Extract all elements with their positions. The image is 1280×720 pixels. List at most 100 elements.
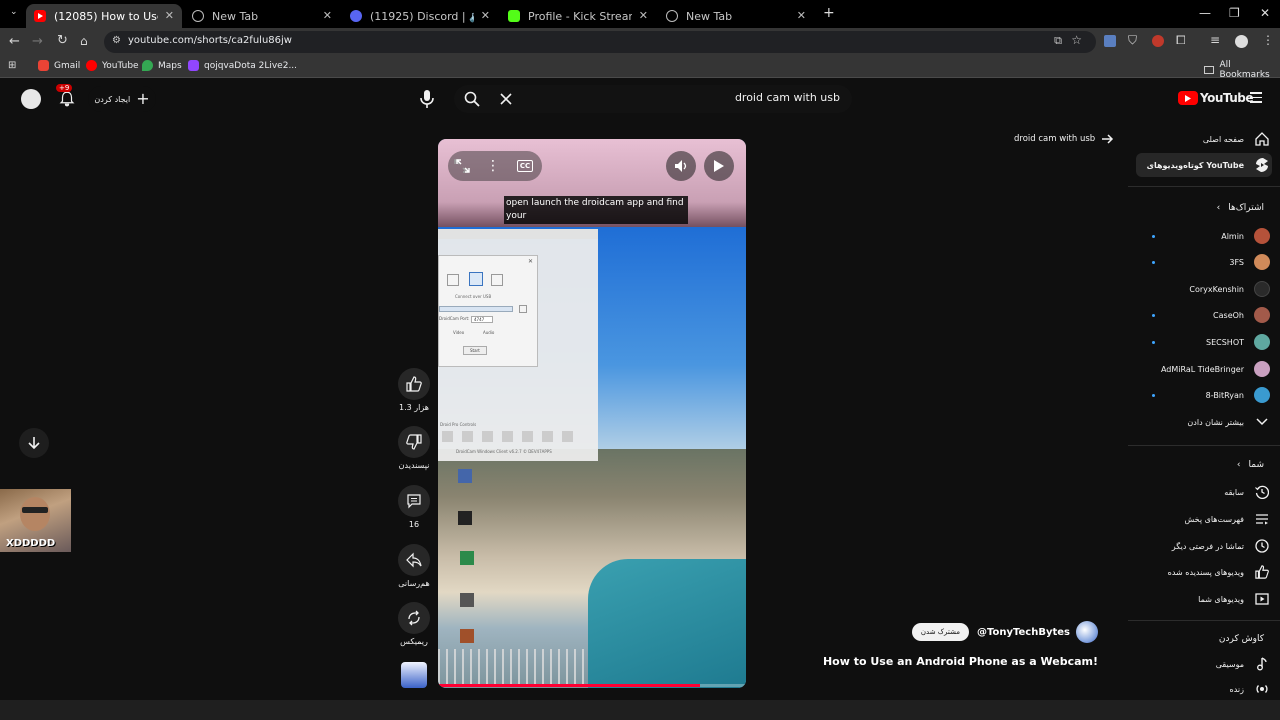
- subscriptions-header[interactable]: ‹ اشتراک‌ها: [1217, 203, 1264, 213]
- show-more-button[interactable]: بیشتر نشان دادن: [1132, 410, 1270, 434]
- progress-track[interactable]: [438, 684, 746, 687]
- dislike-action[interactable]: نپسندیدن: [396, 426, 432, 470]
- subscription-item[interactable]: 8-BitRyan: [1132, 383, 1270, 407]
- bookmark-maps[interactable]: Maps: [142, 60, 182, 71]
- address-bar[interactable]: ⚙ youtube.com/shorts/ca2fulu86jw ⧉ ☆: [104, 31, 1096, 53]
- mute-button[interactable]: [666, 151, 696, 181]
- scroll-down-button[interactable]: [19, 428, 49, 458]
- translate-icon[interactable]: [1104, 35, 1116, 47]
- comments-button[interactable]: [398, 485, 430, 517]
- subscription-item[interactable]: SECSHOT: [1132, 330, 1270, 354]
- guide-item-music[interactable]: موسیقی: [1132, 652, 1270, 676]
- install-app-icon[interactable]: ⧉: [1054, 34, 1062, 48]
- captions-button[interactable]: CC: [510, 151, 540, 181]
- webcam-text: XDDDDD: [6, 538, 56, 549]
- window-close-icon[interactable]: ✕: [1260, 6, 1270, 20]
- account-avatar[interactable]: [21, 89, 41, 109]
- channel-thumbnail[interactable]: [401, 662, 427, 688]
- guide-item-liked[interactable]: ویدیوهای پسندیده شده: [1132, 560, 1270, 584]
- like-action[interactable]: 1.3 هزار: [396, 368, 432, 412]
- share-action[interactable]: هم‌رسانی: [396, 544, 432, 588]
- reload-icon[interactable]: ↻: [57, 33, 68, 48]
- subscription-item[interactable]: CoryxKenshin: [1132, 277, 1270, 301]
- extension-red-icon[interactable]: [1152, 35, 1164, 47]
- shorts-icon: [1254, 157, 1270, 173]
- apps-grid-icon[interactable]: ⊞: [8, 60, 16, 71]
- shorts-video-player[interactable]: ✕ Connect over USB DroidCam Port: 4747 V…: [438, 139, 746, 688]
- guide-item-your-videos[interactable]: ویدیوهای شما: [1132, 587, 1270, 611]
- guide-item-watch-later[interactable]: تماشا در فرصتی دیگر: [1132, 534, 1270, 558]
- guide-menu-icon[interactable]: [1250, 92, 1262, 103]
- restore-icon[interactable]: ❐: [1229, 6, 1240, 20]
- guide-item-playlists[interactable]: فهرست‌های پخش: [1132, 507, 1270, 531]
- kick-icon: [508, 10, 520, 22]
- search-suggestion[interactable]: droid cam with usb: [1014, 133, 1114, 145]
- tab-discord[interactable]: (11925) Discord | 🔊 VOI ✕: [342, 4, 498, 28]
- back-icon[interactable]: ←: [9, 34, 20, 49]
- close-icon[interactable]: ✕: [639, 9, 648, 22]
- subscription-item[interactable]: Almin: [1132, 224, 1270, 248]
- tab-search-button[interactable]: ⌄: [10, 7, 18, 17]
- tab-new-tab[interactable]: New Tab ✕: [184, 4, 340, 28]
- guide-item-history[interactable]: سابقه: [1132, 480, 1270, 504]
- close-icon[interactable]: ✕: [481, 9, 490, 22]
- notifications-button[interactable]: +9: [56, 84, 76, 108]
- all-bookmarks-button[interactable]: All Bookmarks: [1204, 60, 1280, 80]
- site-info-icon[interactable]: ⚙: [112, 35, 121, 46]
- playlist-icon: [1254, 511, 1270, 527]
- more-options-button[interactable]: ⋮: [478, 151, 508, 181]
- guide-item-home[interactable]: صفحه اصلی: [1132, 127, 1270, 151]
- search-input[interactable]: droid cam with usb: [735, 91, 840, 104]
- subscription-item[interactable]: AdMiRaL TideBringer: [1132, 357, 1270, 381]
- video-title[interactable]: How to Use an Android Phone as a Webcam!: [823, 655, 1098, 668]
- you-header[interactable]: ‹ شما: [1237, 460, 1264, 470]
- voice-search-button[interactable]: [418, 89, 436, 109]
- bookmark-star-icon[interactable]: ☆: [1071, 33, 1082, 47]
- home-icon[interactable]: ⌂: [80, 34, 88, 48]
- create-button[interactable]: ایجاد کردن +: [88, 86, 156, 112]
- guide-item-shorts[interactable]: کوتاه‌ویدیوهای YouTube: [1136, 153, 1272, 177]
- like-button[interactable]: [398, 368, 430, 400]
- shield-icon[interactable]: ⛉: [1128, 33, 1137, 48]
- fullscreen-button-overlay[interactable]: [448, 151, 478, 181]
- your-videos-icon: [1254, 591, 1270, 607]
- live-icon: [1254, 681, 1270, 697]
- minimize-icon[interactable]: —: [1199, 6, 1211, 20]
- dislike-button[interactable]: [398, 426, 430, 458]
- extensions-icon[interactable]: ⧠: [1176, 33, 1186, 48]
- bookmark-youtube[interactable]: YouTube: [86, 60, 139, 71]
- comments-action[interactable]: 16: [396, 485, 432, 529]
- subscription-item[interactable]: CaseOh: [1132, 303, 1270, 327]
- search-box[interactable]: droid cam with usb: [454, 85, 852, 113]
- channel-name[interactable]: @TonyTechBytes: [977, 627, 1070, 638]
- forward-icon[interactable]: →: [32, 34, 43, 49]
- play-button[interactable]: [704, 151, 734, 181]
- tab-kick[interactable]: Profile - Kick Streaming ✕: [500, 4, 656, 28]
- channel-avatar[interactable]: [1076, 621, 1098, 643]
- subscribe-button[interactable]: مشترک شدن: [911, 623, 970, 641]
- guide-item-live[interactable]: زنده: [1132, 679, 1270, 699]
- youtube-icon: [34, 10, 46, 22]
- close-icon[interactable]: ✕: [323, 9, 332, 22]
- share-button[interactable]: [398, 544, 430, 576]
- profile-avatar[interactable]: [1235, 35, 1248, 48]
- start-button: Start: [463, 346, 487, 355]
- menu-icon[interactable]: ⋮: [1262, 33, 1274, 47]
- bookmarks-bar: ⊞ Gmail YouTube Maps qojqvaDota 2Live2..…: [0, 56, 1280, 80]
- subscription-name: 3FS: [1229, 257, 1244, 267]
- bookmark-twitch[interactable]: qojqvaDota 2Live2...: [188, 60, 297, 71]
- new-tab-button[interactable]: +: [823, 5, 835, 21]
- search-icon[interactable]: [464, 91, 480, 107]
- youtube-logo[interactable]: YouTube: [1178, 91, 1254, 105]
- remix-icon: [408, 610, 420, 626]
- clear-search-icon[interactable]: [499, 92, 513, 106]
- remix-action[interactable]: ریمیکس: [396, 602, 432, 646]
- tab-new-tab-2[interactable]: New Tab ✕: [658, 4, 814, 28]
- remix-button[interactable]: [398, 602, 430, 634]
- media-list-icon[interactable]: ≡: [1210, 33, 1220, 47]
- tab-youtube[interactable]: (12085) How to Use an Android ✕: [26, 4, 182, 28]
- subscription-item[interactable]: 3FS: [1132, 250, 1270, 274]
- bookmark-gmail[interactable]: Gmail: [38, 60, 80, 71]
- close-icon[interactable]: ✕: [165, 9, 174, 22]
- close-icon[interactable]: ✕: [797, 9, 806, 22]
